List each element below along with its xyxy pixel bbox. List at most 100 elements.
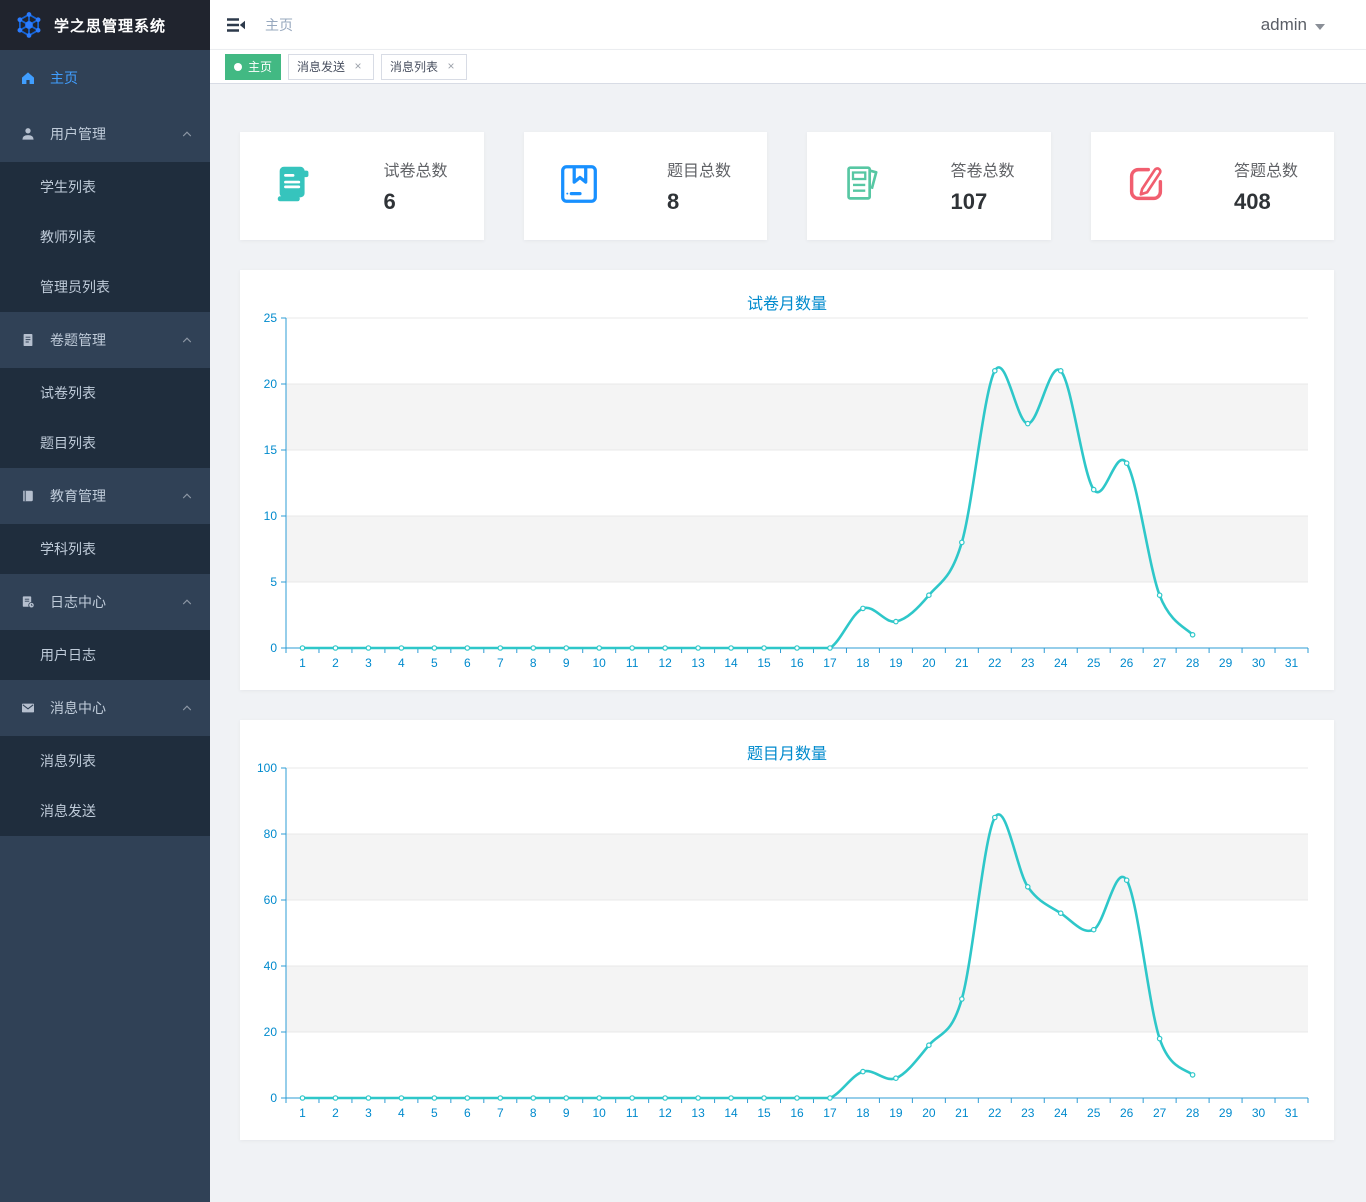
x-tick-label: 21 (955, 656, 969, 670)
data-point (630, 1096, 634, 1100)
question-monthly-chart: 题目月数量02040608010012345678910111213141516… (240, 720, 1334, 1140)
stat-card-answer-paper-total: 答卷总数107 (807, 132, 1051, 240)
data-point (1026, 885, 1030, 889)
hamburger-icon[interactable] (225, 14, 247, 36)
tab-home[interactable]: 主页 (225, 54, 281, 80)
y-tick-label: 0 (270, 641, 277, 655)
data-point (1124, 878, 1128, 882)
close-icon[interactable]: × (444, 60, 458, 74)
sidebar-subitem-subject-list[interactable]: 学科列表 (0, 524, 210, 574)
stat-label: 试卷总数 (384, 157, 456, 181)
x-tick-label: 6 (464, 1106, 471, 1120)
chart-title: 试卷月数量 (240, 270, 1334, 310)
sidebar-subitem-message-list[interactable]: 消息列表 (0, 736, 210, 786)
tags-view-bar: 主页 消息发送 × 消息列表 × (210, 50, 1366, 84)
data-point (696, 1096, 700, 1100)
data-point (399, 646, 403, 650)
question-book-icon (556, 161, 602, 212)
y-tick-label: 0 (270, 1091, 277, 1105)
sidebar-subitem-exam-list[interactable]: 试卷列表 (0, 368, 210, 418)
data-point (399, 1096, 403, 1100)
chart-title: 题目月数量 (240, 720, 1334, 760)
x-tick-label: 12 (658, 1106, 672, 1120)
tab-label: 消息发送 (297, 58, 345, 75)
x-tick-label: 23 (1021, 1106, 1035, 1120)
x-tick-label: 14 (724, 656, 738, 670)
data-point (564, 1096, 568, 1100)
sidebar: 学之思管理系统 主页用户管理学生列表教师列表管理员列表卷题管理试卷列表题目列表教… (0, 0, 210, 1202)
user-icon (20, 126, 36, 142)
x-tick-label: 28 (1186, 1106, 1200, 1120)
x-tick-label: 25 (1087, 1106, 1101, 1120)
x-tick-label: 10 (593, 656, 607, 670)
x-tick-label: 3 (365, 656, 372, 670)
sidebar-item-education[interactable]: 教育管理 (0, 468, 210, 524)
data-point (795, 1096, 799, 1100)
data-point (960, 997, 964, 1001)
data-point (531, 646, 535, 650)
chevron-up-icon (180, 333, 194, 347)
sidebar-subitem-question-list[interactable]: 题目列表 (0, 418, 210, 468)
stats-row: 试卷总数6题目总数8答卷总数107答题总数408 (240, 132, 1334, 240)
x-tick-label: 26 (1120, 656, 1134, 670)
tab-message-send[interactable]: 消息发送 × (288, 54, 374, 80)
data-point (1059, 911, 1063, 915)
stat-text: 答卷总数107 (951, 157, 1023, 215)
data-point (828, 1096, 832, 1100)
close-icon[interactable]: × (351, 60, 365, 74)
book-icon (20, 488, 36, 504)
data-point (1092, 928, 1096, 932)
x-tick-label: 17 (823, 1106, 837, 1120)
data-point (993, 369, 997, 373)
x-tick-label: 22 (988, 1106, 1002, 1120)
tab-label: 消息列表 (390, 58, 438, 75)
x-tick-label: 7 (497, 1106, 504, 1120)
x-tick-label: 30 (1252, 656, 1266, 670)
tab-message-list[interactable]: 消息列表 × (381, 54, 467, 80)
data-point (861, 1069, 865, 1073)
sidebar-item-papers[interactable]: 卷题管理 (0, 312, 210, 368)
x-tick-label: 2 (332, 1106, 339, 1120)
x-tick-label: 11 (626, 1106, 639, 1120)
breadcrumb[interactable]: 主页 (265, 15, 293, 35)
x-tick-label: 14 (724, 1106, 738, 1120)
sidebar-subitem-user-log[interactable]: 用户日志 (0, 630, 210, 680)
data-point (762, 646, 766, 650)
data-point (795, 646, 799, 650)
x-tick-label: 17 (823, 656, 837, 670)
sidebar-menu: 主页用户管理学生列表教师列表管理员列表卷题管理试卷列表题目列表教育管理学科列表日… (0, 50, 210, 1202)
data-point (894, 1076, 898, 1080)
data-point (729, 646, 733, 650)
sidebar-item-messages[interactable]: 消息中心 (0, 680, 210, 736)
sidebar-item-home[interactable]: 主页 (0, 50, 210, 106)
x-tick-label: 23 (1021, 656, 1035, 670)
data-point (366, 646, 370, 650)
sidebar-subitem-message-send[interactable]: 消息发送 (0, 786, 210, 836)
sidebar-item-logs[interactable]: 日志中心 (0, 574, 210, 630)
chevron-up-icon (180, 489, 194, 503)
y-tick-label: 20 (264, 377, 278, 391)
app-root: 学之思管理系统 主页用户管理学生列表教师列表管理员列表卷题管理试卷列表题目列表教… (0, 0, 1366, 1202)
main-column: 主页 admin 主页消息发送×消息列表× 试卷总数6题目总数8答卷总数107答… (210, 0, 1366, 1202)
user-dropdown[interactable]: admin (1261, 15, 1325, 35)
sidebar-subitem-teacher-list[interactable]: 教师列表 (0, 212, 210, 262)
data-point (927, 1043, 931, 1047)
mail-icon (20, 700, 36, 716)
data-point (1124, 461, 1128, 465)
data-point (531, 1096, 535, 1100)
sidebar-item-users[interactable]: 用户管理 (0, 106, 210, 162)
x-tick-label: 16 (790, 656, 804, 670)
x-tick-label: 2 (332, 656, 339, 670)
y-tick-label: 40 (264, 959, 278, 973)
tab-label: 主页 (248, 58, 272, 75)
active-tab-dot-icon (234, 63, 242, 71)
data-point (630, 646, 634, 650)
data-point (1190, 633, 1194, 637)
y-tick-label: 60 (264, 893, 278, 907)
x-tick-label: 15 (757, 1106, 771, 1120)
sidebar-subitem-student-list[interactable]: 学生列表 (0, 162, 210, 212)
sidebar-subitem-admin-list[interactable]: 管理员列表 (0, 262, 210, 312)
data-point (465, 646, 469, 650)
x-tick-label: 9 (563, 656, 570, 670)
x-tick-label: 18 (856, 656, 870, 670)
